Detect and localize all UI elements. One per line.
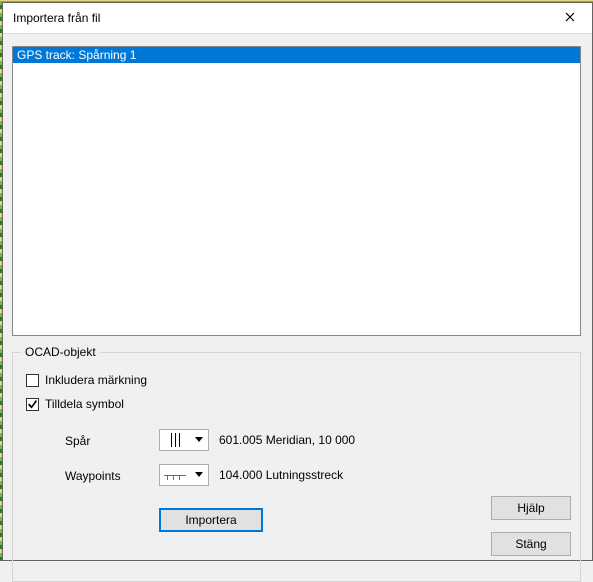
group-title: OCAD-objekt bbox=[21, 345, 100, 359]
close-button-label: Stäng bbox=[515, 537, 546, 551]
chevron-down-icon bbox=[190, 437, 208, 443]
help-button[interactable]: Hjälp bbox=[491, 496, 571, 520]
close-button[interactable]: Stäng bbox=[491, 532, 571, 556]
import-button[interactable]: Importera bbox=[159, 508, 263, 532]
track-symbol-description: 601.005 Meridian, 10 000 bbox=[219, 433, 355, 447]
close-icon bbox=[565, 11, 575, 25]
checkbox-icon bbox=[26, 398, 39, 411]
include-marking-checkbox[interactable]: Inkludera märkning bbox=[26, 373, 147, 387]
waypoints-symbol-dropdown[interactable] bbox=[159, 464, 209, 486]
client-area: GPS track: Spårning 1 OCAD-objekt Inklud… bbox=[3, 34, 592, 560]
titlebar: Importera från fil bbox=[3, 3, 592, 34]
track-symbol-dropdown[interactable] bbox=[159, 429, 209, 451]
meridian-icon bbox=[160, 430, 190, 450]
assign-symbol-checkbox[interactable]: Tilldela symbol bbox=[26, 397, 124, 411]
help-button-label: Hjälp bbox=[517, 501, 544, 515]
checkbox-icon bbox=[26, 374, 39, 387]
ocad-object-group: OCAD-objekt Inkludera märkning Tilldela … bbox=[12, 352, 581, 582]
list-item-label: GPS track: Spårning 1 bbox=[17, 48, 136, 62]
slope-ticks-icon bbox=[160, 465, 190, 485]
include-marking-label: Inkludera märkning bbox=[45, 373, 147, 387]
list-item[interactable]: GPS track: Spårning 1 bbox=[13, 47, 580, 63]
window-title: Importera från fil bbox=[13, 11, 100, 25]
window-close-button[interactable] bbox=[548, 3, 592, 33]
track-listbox[interactable]: GPS track: Spårning 1 bbox=[12, 46, 581, 336]
waypoints-row-label: Waypoints bbox=[65, 469, 121, 483]
waypoints-symbol-description: 104.000 Lutningsstreck bbox=[219, 468, 343, 482]
track-row-label: Spår bbox=[65, 434, 90, 448]
dialog-window: Importera från fil GPS track: Spårning 1… bbox=[2, 2, 593, 561]
import-button-label: Importera bbox=[185, 513, 236, 527]
chevron-down-icon bbox=[190, 472, 208, 478]
assign-symbol-label: Tilldela symbol bbox=[45, 397, 124, 411]
